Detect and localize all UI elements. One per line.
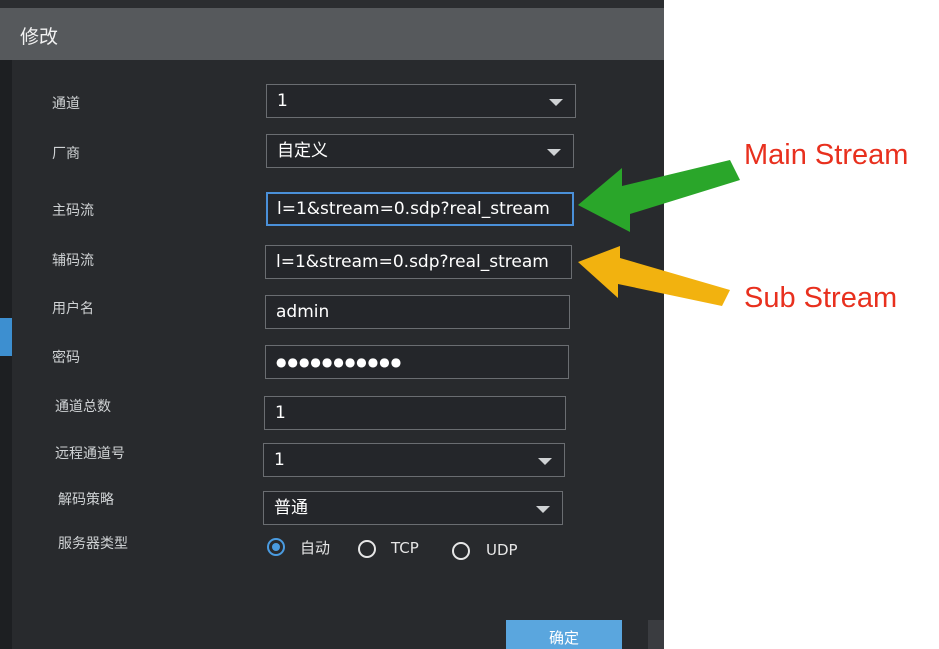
sub-stream-arrow-icon [578,246,730,306]
main-stream-arrow-icon [578,160,740,232]
main-stream-annotation: Main Stream [744,139,909,171]
annotation-layer [578,160,740,306]
sub-stream-annotation: Sub Stream [744,282,898,314]
